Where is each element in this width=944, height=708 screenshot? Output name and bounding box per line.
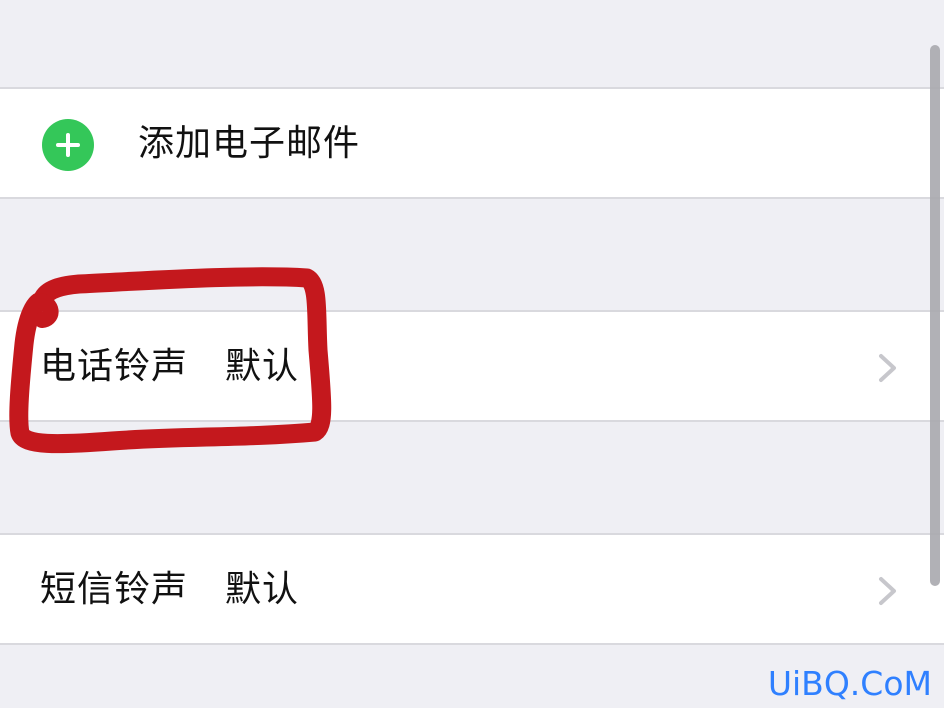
sms-tone-label: 短信铃声: [40, 569, 189, 610]
add-email-row[interactable]: 添加电子邮件: [0, 87, 944, 199]
chevron-right-icon: [879, 354, 896, 382]
sms-tone-row[interactable]: 短信铃声 默认: [0, 533, 944, 645]
vertical-scrollbar[interactable]: [930, 45, 940, 586]
plus-circle-icon: [42, 119, 94, 171]
ringtone-value: 默认: [225, 346, 300, 387]
watermark-text: UiBQ.CoM: [767, 664, 932, 703]
add-email-label: 添加电子邮件: [138, 123, 361, 164]
ringtone-label: 电话铃声: [40, 346, 189, 387]
ringtone-row[interactable]: 电话铃声 默认: [0, 310, 944, 422]
chevron-right-icon: [879, 577, 896, 605]
sms-tone-value: 默认: [225, 569, 300, 610]
